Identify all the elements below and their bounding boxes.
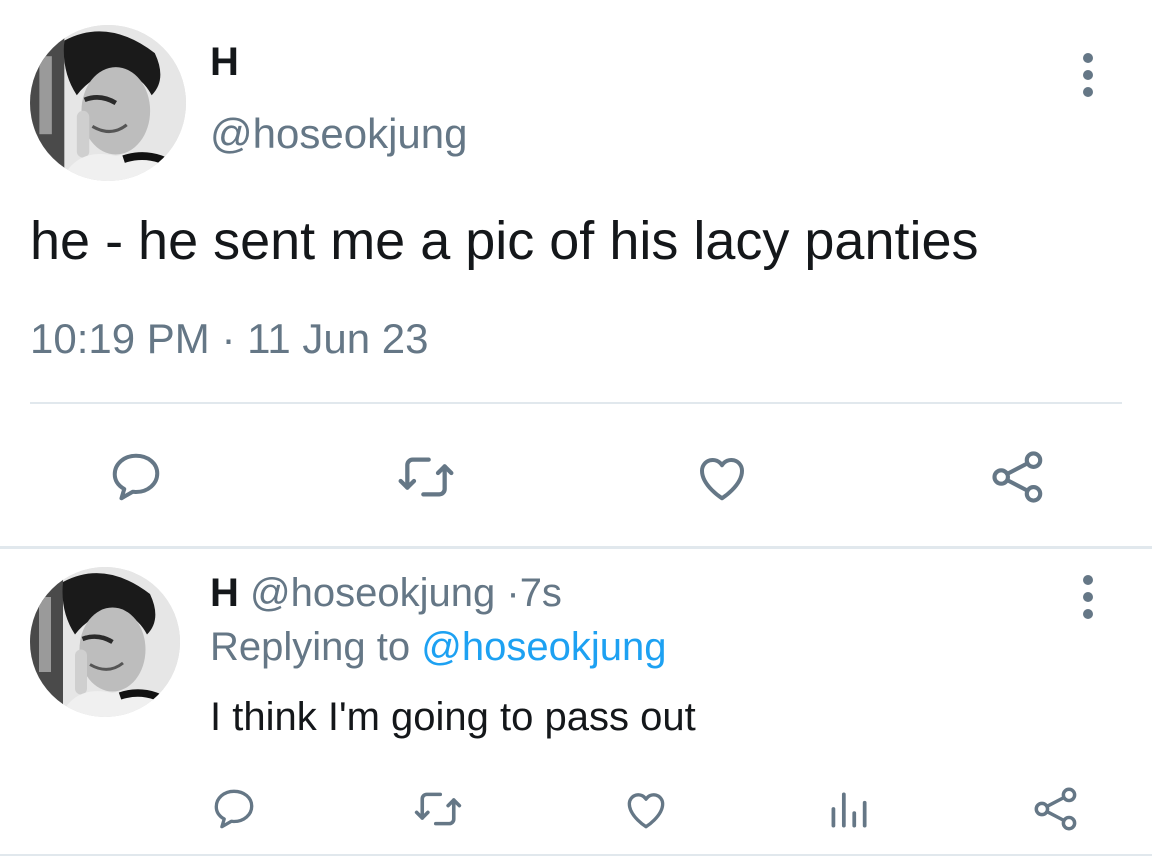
speech-bubble-icon (112, 453, 160, 501)
tweet-text: I think I'm going to pass out (210, 695, 696, 739)
main-tweet: H @hoseokjung he - he sent me a pic of h… (0, 0, 1152, 548)
retweet-icon (414, 792, 462, 826)
share-icon (992, 451, 1043, 503)
reply-button[interactable] (206, 781, 262, 837)
profile-photo-icon (30, 567, 180, 717)
speech-bubble-icon (214, 789, 254, 829)
divider (30, 402, 1122, 404)
separator: · (506, 571, 520, 615)
share-button[interactable] (1028, 781, 1084, 837)
display-name[interactable]: H (210, 571, 239, 615)
bar-chart-icon (831, 792, 867, 828)
analytics-button[interactable] (820, 781, 876, 837)
user-handle[interactable]: @hoseokjung (210, 110, 467, 158)
more-dot-icon (1083, 575, 1093, 585)
user-handle[interactable]: @hoseokjung (250, 571, 495, 615)
avatar[interactable] (30, 567, 180, 717)
more-options-button[interactable] (1068, 567, 1108, 627)
divider (0, 854, 1152, 856)
more-dot-icon (1083, 53, 1093, 63)
more-dot-icon (1083, 87, 1093, 97)
more-dot-icon (1083, 592, 1093, 602)
avatar[interactable] (30, 25, 186, 181)
more-dot-icon (1083, 609, 1093, 619)
more-dot-icon (1083, 70, 1093, 80)
reply-button[interactable] (104, 445, 168, 509)
retweet-button[interactable] (394, 445, 458, 509)
share-icon (1034, 787, 1077, 831)
heart-icon (627, 793, 665, 829)
tweet-timestamp[interactable]: 10:19 PM · 11 Jun 23 (30, 315, 428, 363)
display-name[interactable]: H (210, 40, 239, 85)
share-button[interactable] (986, 445, 1050, 509)
retweet-icon (398, 457, 454, 497)
reply-tweet[interactable]: H @hoseokjung ·7s Replying to @hoseokjun… (0, 549, 1152, 858)
replying-to: Replying to @hoseokjung (210, 625, 666, 670)
more-options-button[interactable] (1068, 45, 1108, 105)
replying-label: Replying to (210, 625, 411, 669)
tweet-text: he - he sent me a pic of his lacy pantie… (30, 211, 979, 271)
like-button[interactable] (690, 445, 754, 509)
time-ago[interactable]: 7s (520, 571, 562, 615)
profile-photo-icon (30, 25, 186, 181)
mention-link[interactable]: @hoseokjung (421, 625, 666, 669)
heart-icon (699, 458, 745, 501)
like-button[interactable] (618, 781, 674, 837)
reply-header: H @hoseokjung ·7s (210, 571, 562, 616)
retweet-button[interactable] (410, 781, 466, 837)
